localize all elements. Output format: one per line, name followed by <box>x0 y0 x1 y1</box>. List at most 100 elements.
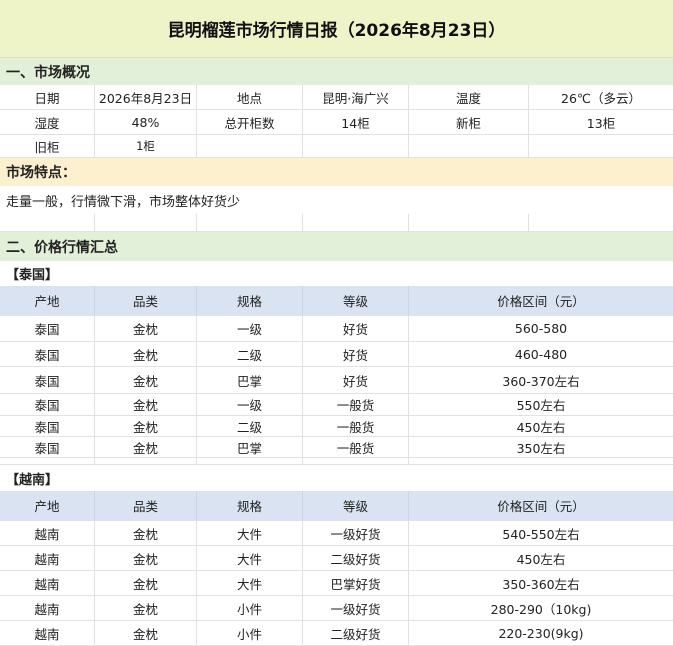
table-row: 泰国 金枕 二级 一般货 450左右 <box>0 416 673 437</box>
table-cell: 泰国 <box>0 342 95 366</box>
overview-cell <box>409 135 529 157</box>
column-header: 规格 <box>197 286 303 315</box>
table-cell: 450左右 <box>516 419 566 435</box>
table-cell: 好货 <box>303 342 409 366</box>
table-cell: 金枕 <box>95 394 197 415</box>
table-cell: 大件 <box>197 521 303 545</box>
overview-cell: 26℃（多云） <box>561 90 641 106</box>
table-cell: 450左右 <box>516 551 566 567</box>
table-cell: 越南 <box>0 621 95 645</box>
table-cell: 金枕 <box>95 437 197 457</box>
column-header: 规格 <box>197 491 303 520</box>
table-row: 越南 金枕 大件 一级好货 540-550左右 <box>0 521 673 546</box>
table-cell: 泰国 <box>0 394 95 415</box>
column-header: 价格区间（元） <box>497 499 585 514</box>
table-header-row: 产地 品类 规格 等级 价格区间（元） <box>0 491 673 521</box>
table-cell: 越南 <box>0 596 95 620</box>
table-cell: 金枕 <box>95 596 197 620</box>
table-cell: 金枕 <box>95 521 197 545</box>
empty-cell <box>95 214 197 231</box>
table-cell: 金枕 <box>95 416 197 436</box>
table-cell: 540-550左右 <box>502 526 580 542</box>
table-row: 泰国 金枕 二级 好货 460-480 <box>0 342 673 367</box>
column-header: 等级 <box>303 286 409 315</box>
column-header: 产地 <box>0 491 95 520</box>
overview-cell: 2026年8月23日 <box>95 85 197 109</box>
column-header: 价格区间（元） <box>497 294 585 309</box>
table-cell: 小件 <box>197 596 303 620</box>
table-cell: 大件 <box>197 571 303 595</box>
table-cell: 二级 <box>197 342 303 366</box>
spacer-row <box>0 214 673 232</box>
overview-cell: 温度 <box>409 85 529 109</box>
group-label-vietnam: 【越南】 <box>6 473 59 488</box>
table-cell: 巴掌好货 <box>303 571 409 595</box>
table-cell: 泰国 <box>0 416 95 436</box>
table-cell: 巴掌 <box>197 367 303 393</box>
table-cell: 二级好货 <box>303 621 409 645</box>
overview-cell: 14柜 <box>303 110 409 134</box>
table-cell: 好货 <box>303 367 409 393</box>
table-row: 泰国 金枕 一级 好货 560-580 <box>0 316 673 342</box>
column-header: 品类 <box>95 491 197 520</box>
table-cell: 一般货 <box>303 437 409 457</box>
table-cell: 金枕 <box>95 316 197 341</box>
report-title: 昆明榴莲市场行情日报（2026年8月23日） <box>0 0 673 58</box>
table-row: 泰国 金枕 巴掌 一般货 350左右 <box>0 437 673 458</box>
empty-cell <box>303 214 409 231</box>
table-row: 越南 金枕 小件 一级好货 280-290（10kg) <box>0 596 673 621</box>
table-row: 泰国 金枕 巴掌 好货 360-370左右 <box>0 367 673 394</box>
overview-cell: 旧柜 <box>0 135 95 157</box>
table-cell: 泰国 <box>0 437 95 457</box>
report-sheet: 昆明榴莲市场行情日报（2026年8月23日） 一、市场概况 日期 2026年8月… <box>0 0 673 646</box>
table-cell: 360-370左右 <box>502 373 580 389</box>
overview-row: 湿度 48% 总开柜数 14柜 新柜 13柜 <box>0 110 673 135</box>
column-header: 品类 <box>95 286 197 315</box>
overview-cell: 总开柜数 <box>197 110 303 134</box>
table-row: 越南 金枕 大件 巴掌好货 350-360左右 <box>0 571 673 596</box>
overview-cell: 湿度 <box>0 110 95 134</box>
overview-row: 旧柜 1柜 <box>0 135 673 158</box>
overview-cell <box>529 135 673 157</box>
table-cell: 泰国 <box>0 367 95 393</box>
table-row: 越南 金枕 小件 二级好货 220-230(9kg) <box>0 621 673 646</box>
column-header: 等级 <box>303 491 409 520</box>
table-cell: 小件 <box>197 621 303 645</box>
table-cell: 泰国 <box>0 316 95 341</box>
table-cell: 越南 <box>0 521 95 545</box>
table-cell: 一级 <box>197 394 303 415</box>
table-row: 泰国 金枕 一级 一般货 550左右 <box>0 394 673 416</box>
table-cell: 金枕 <box>95 571 197 595</box>
column-header: 产地 <box>0 286 95 315</box>
overview-cell: 昆明·海广兴 <box>303 85 409 109</box>
table-cell: 好货 <box>303 316 409 341</box>
overview-cell: 1柜 <box>95 135 197 157</box>
table-cell: 460-480 <box>514 346 568 362</box>
table-cell: 一般货 <box>303 394 409 415</box>
overview-cell: 地点 <box>197 85 303 109</box>
overview-cell: 13柜 <box>586 115 616 131</box>
market-features-heading: 市场特点： <box>0 158 673 186</box>
table-cell: 金枕 <box>95 621 197 645</box>
overview-cell: 日期 <box>0 85 95 109</box>
table-cell: 金枕 <box>95 342 197 366</box>
section-market-overview: 一、市场概况 <box>0 58 673 85</box>
table-cell: 550左右 <box>516 398 566 413</box>
table-cell: 二级好货 <box>303 546 409 570</box>
overview-cell: 48% <box>95 110 197 134</box>
spacer-row <box>0 458 673 465</box>
empty-cell <box>0 458 95 464</box>
table-cell: 大件 <box>197 546 303 570</box>
empty-cell <box>95 458 197 464</box>
table-header-row: 产地 品类 规格 等级 价格区间（元） <box>0 286 673 316</box>
empty-cell <box>529 214 673 231</box>
table-cell: 一级好货 <box>303 521 409 545</box>
table-cell: 二级 <box>197 416 303 436</box>
empty-cell <box>409 214 529 231</box>
market-features-text: 走量一般，行情微下滑，市场整体好货少 <box>6 194 241 210</box>
table-cell: 金枕 <box>95 546 197 570</box>
table-cell: 560-580 <box>514 321 568 336</box>
empty-cell <box>303 458 409 464</box>
table-cell: 金枕 <box>95 367 197 393</box>
table-cell: 280-290（10kg) <box>490 601 592 617</box>
